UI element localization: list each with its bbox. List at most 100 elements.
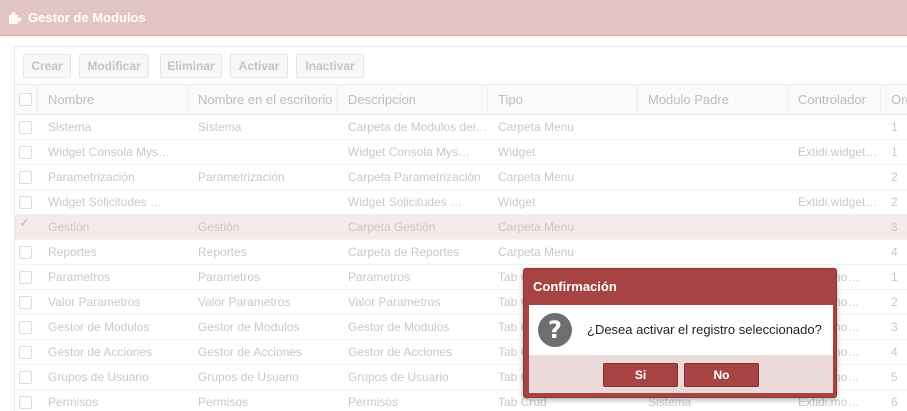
- cell-nombre: Valor Parametros: [48, 295, 141, 309]
- puzzle-icon: [8, 11, 22, 25]
- confirmation-dialog: Confirmación ? ¿Desea activar el registr…: [523, 268, 837, 398]
- cell-modulo-padre: [638, 140, 788, 165]
- column-header-modulo-padre[interactable]: Modulo Padre: [638, 85, 788, 115]
- column-header-orden[interactable]: Orden: [881, 85, 907, 115]
- window-title: Gestor de Modulos: [28, 10, 146, 25]
- modificar-button[interactable]: Modificar: [79, 54, 149, 78]
- checkmark-icon: ✓: [19, 215, 30, 230]
- cell-escritorio: [188, 190, 338, 215]
- cell-modulo-padre: [638, 165, 788, 190]
- cell-escritorio: Grupos de Usuario: [198, 370, 299, 384]
- table-row[interactable]: Widget Solicitudes … Widget Solicitudes ……: [15, 190, 907, 215]
- cell-descripcion: Permisos: [348, 395, 399, 409]
- gestor-de-modulos-window: Gestor de Modulos Crear Modificar Elimin…: [0, 0, 907, 411]
- cell-escritorio: Valor Parametros: [198, 295, 291, 309]
- cell-tipo: Widget: [498, 145, 536, 159]
- cell-controlador: [788, 165, 881, 190]
- eliminar-button[interactable]: Eliminar: [160, 54, 222, 78]
- select-all-header[interactable]: [15, 85, 38, 115]
- cell-escritorio: Permisos: [198, 395, 249, 409]
- cell-orden: 5: [891, 370, 898, 384]
- cell-nombre: Gestor de Acciones: [48, 345, 153, 359]
- cell-escritorio: Parametrización: [198, 170, 285, 184]
- column-header-escritorio[interactable]: Nombre en el escritorio: [188, 85, 338, 115]
- table-row[interactable]: ✓ Gestión Gestión Carpeta Gestión Carpeta Me…: [15, 215, 907, 240]
- table-row[interactable]: Sistema Sistema Carpeta de Modulos del Sis…: [15, 115, 907, 140]
- column-header-controlador[interactable]: Controlador: [788, 85, 881, 115]
- cell-modulo-padre: [638, 215, 788, 240]
- cell-orden: 1: [891, 120, 898, 134]
- cell-orden: 2: [891, 295, 898, 309]
- cell-escritorio: [188, 140, 338, 165]
- cell-orden: 3: [891, 320, 898, 334]
- cell-nombre: Reportes: [48, 245, 97, 259]
- row-checkbox[interactable]: [19, 346, 32, 359]
- row-checkbox[interactable]: [19, 146, 32, 159]
- cell-descripcion: Carpeta Gestión: [348, 220, 436, 234]
- cell-orden: 6: [891, 395, 898, 409]
- column-header-tipo[interactable]: Tipo: [488, 85, 638, 115]
- cell-controlador: Extidi.widget…: [798, 145, 878, 159]
- cell-nombre: Grupos de Usuario: [48, 370, 149, 384]
- cell-escritorio: Gestor de Modulos: [198, 320, 300, 334]
- cell-tipo: Carpeta Menu: [498, 220, 575, 234]
- no-button[interactable]: No: [684, 363, 759, 387]
- row-checkbox[interactable]: [19, 396, 32, 409]
- dialog-title: Confirmación: [533, 279, 617, 294]
- cell-nombre: Gestión: [48, 220, 90, 234]
- table-row[interactable]: Widget Consola Mys… Widget Consola Mys… Wi…: [15, 140, 907, 165]
- grid-header: Nombre Nombre en el escritorio Descripci…: [15, 85, 907, 115]
- window-titlebar[interactable]: Gestor de Modulos: [0, 0, 907, 36]
- row-checkbox[interactable]: [19, 271, 32, 284]
- toolbar: Crear Modificar Eliminar Activar Inactiv…: [15, 47, 907, 85]
- row-checkbox[interactable]: [19, 371, 32, 384]
- question-icon: ?: [538, 313, 572, 347]
- cell-descripcion: Widget Consola Mys…: [348, 145, 471, 159]
- cell-modulo-padre: [638, 115, 788, 140]
- row-checkbox[interactable]: [19, 296, 32, 309]
- cell-descripcion: Carpeta de Modulos del Sistema: [348, 120, 488, 134]
- si-button[interactable]: Si: [603, 363, 678, 387]
- cell-orden: 1: [891, 145, 898, 159]
- cell-descripcion: Valor Parametros: [348, 295, 441, 309]
- inactivar-button[interactable]: Inactivar: [296, 54, 364, 78]
- cell-descripcion: Grupos de Usuario: [348, 370, 449, 384]
- cell-orden: 1: [891, 270, 898, 284]
- cell-descripcion: Gestor de Modulos: [348, 320, 450, 334]
- cell-nombre: Widget Solicitudes …: [48, 195, 163, 209]
- table-row[interactable]: Reportes Reportes Carpeta de Reportes Carpe…: [15, 240, 907, 265]
- row-checkbox[interactable]: [19, 246, 32, 259]
- row-checkbox[interactable]: [19, 196, 32, 209]
- column-header-descripcion[interactable]: Descripcion: [338, 85, 488, 115]
- cell-escritorio: Gestor de Acciones: [198, 345, 303, 359]
- cell-nombre: Parametros: [48, 270, 111, 284]
- row-checkbox[interactable]: [19, 121, 32, 134]
- select-all-checkbox[interactable]: [19, 93, 32, 106]
- column-header-nombre[interactable]: Nombre: [38, 85, 188, 115]
- cell-escritorio: Gestión: [198, 220, 240, 234]
- cell-controlador: [788, 215, 881, 240]
- cell-modulo-padre: [638, 240, 788, 265]
- activar-button[interactable]: Activar: [230, 54, 288, 78]
- row-checkbox[interactable]: ✓: [19, 215, 32, 234]
- cell-escritorio: Sistema: [198, 120, 242, 134]
- cell-controlador: [788, 115, 881, 140]
- cell-descripcion: Carpeta de Reportes: [348, 245, 460, 259]
- cell-descripcion: Gestor de Acciones: [348, 345, 453, 359]
- dialog-footer: Si No: [529, 355, 833, 393]
- cell-nombre: Gestor de Modulos: [48, 320, 150, 334]
- cell-tipo: Carpeta Menu: [498, 170, 575, 184]
- row-checkbox[interactable]: [19, 171, 32, 184]
- cell-tipo: Carpeta Menu: [498, 120, 575, 134]
- cell-controlador: [788, 240, 881, 265]
- cell-descripcion: Widget Solicitudes …: [348, 195, 463, 209]
- cell-escritorio: Parametros: [198, 270, 261, 284]
- cell-nombre: Permisos: [48, 395, 99, 409]
- table-row[interactable]: Parametrización Parametrización Carpeta Pa…: [15, 165, 907, 190]
- dialog-message: ¿Desea activar el registro seleccionado?: [587, 322, 822, 337]
- cell-nombre: Parametrización: [48, 170, 135, 184]
- cell-escritorio: Reportes: [198, 245, 247, 259]
- cell-controlador: Extidi.widget…: [798, 195, 878, 209]
- row-checkbox[interactable]: [19, 321, 32, 334]
- crear-button[interactable]: Crear: [23, 54, 71, 78]
